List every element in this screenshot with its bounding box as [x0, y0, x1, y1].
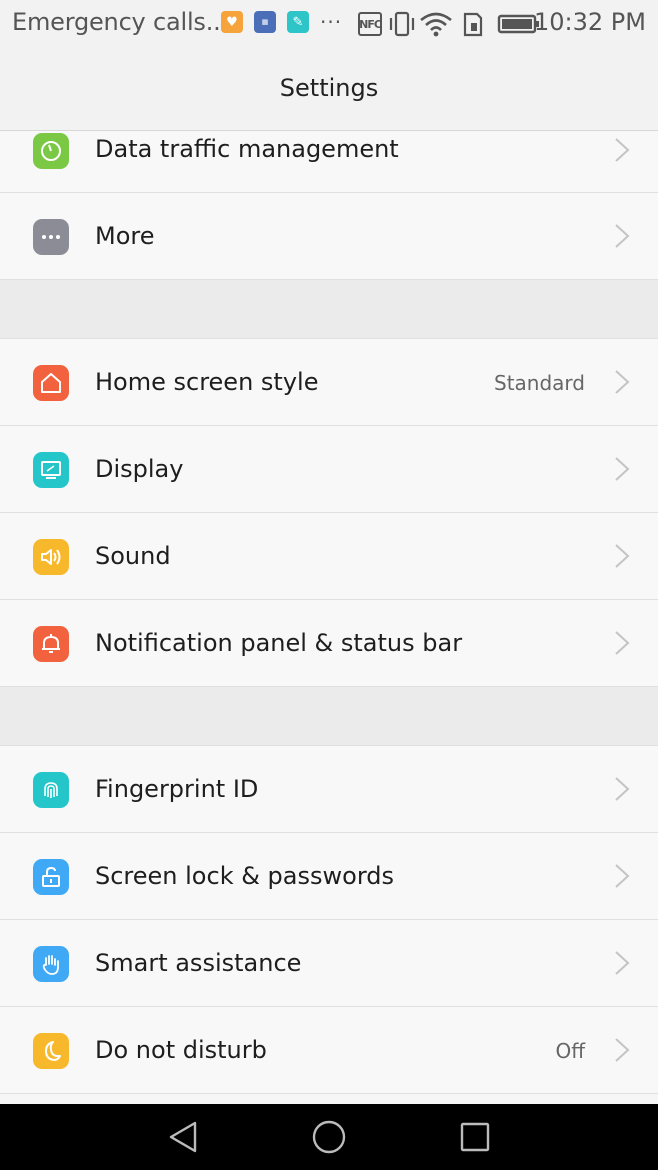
- calendar-app-icon: ▦: [254, 11, 276, 33]
- section-divider: [0, 280, 658, 339]
- more-dots-icon: [33, 219, 69, 255]
- navigation-bar: [0, 1104, 658, 1170]
- system-icons: NFC: [358, 10, 541, 38]
- notes-app-icon: ✎: [287, 11, 309, 33]
- chevron-right-icon: [615, 631, 630, 655]
- more-notifications-icon: ···: [320, 10, 343, 34]
- recents-square-icon: [460, 1122, 490, 1152]
- back-triangle-icon: [169, 1121, 197, 1153]
- settings-item-notification-panel[interactable]: Notification panel & status bar: [0, 600, 658, 687]
- home-icon: [33, 365, 69, 401]
- settings-item-fingerprint[interactable]: Fingerprint ID: [0, 746, 658, 833]
- lock-icon: [33, 859, 69, 895]
- settings-item-value: Standard: [494, 371, 585, 395]
- settings-item-data-traffic[interactable]: Data traffic management: [0, 131, 658, 193]
- recents-button[interactable]: [457, 1119, 493, 1155]
- back-button[interactable]: [165, 1119, 201, 1155]
- moon-icon: [33, 1033, 69, 1069]
- title-bar: Settings: [0, 46, 658, 131]
- settings-item-label: Data traffic management: [95, 135, 399, 163]
- settings-item-display[interactable]: Display: [0, 426, 658, 513]
- chevron-right-icon: [615, 864, 630, 888]
- settings-item-label: Fingerprint ID: [95, 775, 259, 803]
- nfc-icon: NFC: [358, 12, 382, 36]
- settings-item-smart-assistance[interactable]: Smart assistance: [0, 920, 658, 1007]
- settings-item-label: Sound: [95, 542, 171, 570]
- settings-item-label: Screen lock & passwords: [95, 862, 395, 890]
- settings-item-label: Smart assistance: [95, 949, 302, 977]
- carrier-text: Emergency calls...: [12, 8, 229, 36]
- chevron-right-icon: [615, 370, 630, 394]
- health-app-icon: ♥: [221, 11, 243, 33]
- notification-icons: ♥ ▦ ✎ ···: [221, 11, 342, 33]
- home-button[interactable]: [311, 1119, 347, 1155]
- clock: 10:32 PM: [534, 8, 646, 36]
- settings-item-label: Home screen style: [95, 368, 319, 396]
- sim-icon: [463, 12, 483, 37]
- settings-item-label: More: [95, 222, 155, 250]
- status-bar: Emergency calls... ♥ ▦ ✎ ··· NFC 10:32 P…: [0, 0, 658, 46]
- page-title: Settings: [279, 74, 379, 102]
- chevron-right-icon: [615, 457, 630, 481]
- vibrate-icon: [389, 11, 415, 37]
- display-icon: [33, 452, 69, 488]
- settings-item-label: Notification panel & status bar: [95, 629, 463, 657]
- settings-item-label: Do not disturb: [95, 1036, 267, 1064]
- wifi-icon: [420, 12, 452, 37]
- chevron-right-icon: [615, 951, 630, 975]
- chevron-right-icon: [615, 544, 630, 568]
- chevron-right-icon: [615, 1038, 630, 1062]
- settings-item-label: Display: [95, 455, 184, 483]
- speaker-icon: [33, 539, 69, 575]
- settings-item-value: Off: [555, 1039, 585, 1063]
- settings-item-screen-lock[interactable]: Screen lock & passwords: [0, 833, 658, 920]
- hand-icon: [33, 946, 69, 982]
- bell-icon: [33, 626, 69, 662]
- settings-item-do-not-disturb[interactable]: Do not disturb Off: [0, 1007, 658, 1094]
- settings-list: Data traffic management More Home screen…: [0, 131, 658, 1094]
- fingerprint-icon: [33, 772, 69, 808]
- settings-item-sound[interactable]: Sound: [0, 513, 658, 600]
- settings-item-more[interactable]: More: [0, 193, 658, 280]
- home-circle-icon: [312, 1120, 346, 1154]
- gauge-icon: [33, 133, 69, 169]
- settings-item-home-screen-style[interactable]: Home screen style Standard: [0, 339, 658, 426]
- chevron-right-icon: [615, 138, 630, 162]
- section-divider: [0, 687, 658, 746]
- chevron-right-icon: [615, 777, 630, 801]
- chevron-right-icon: [615, 224, 630, 248]
